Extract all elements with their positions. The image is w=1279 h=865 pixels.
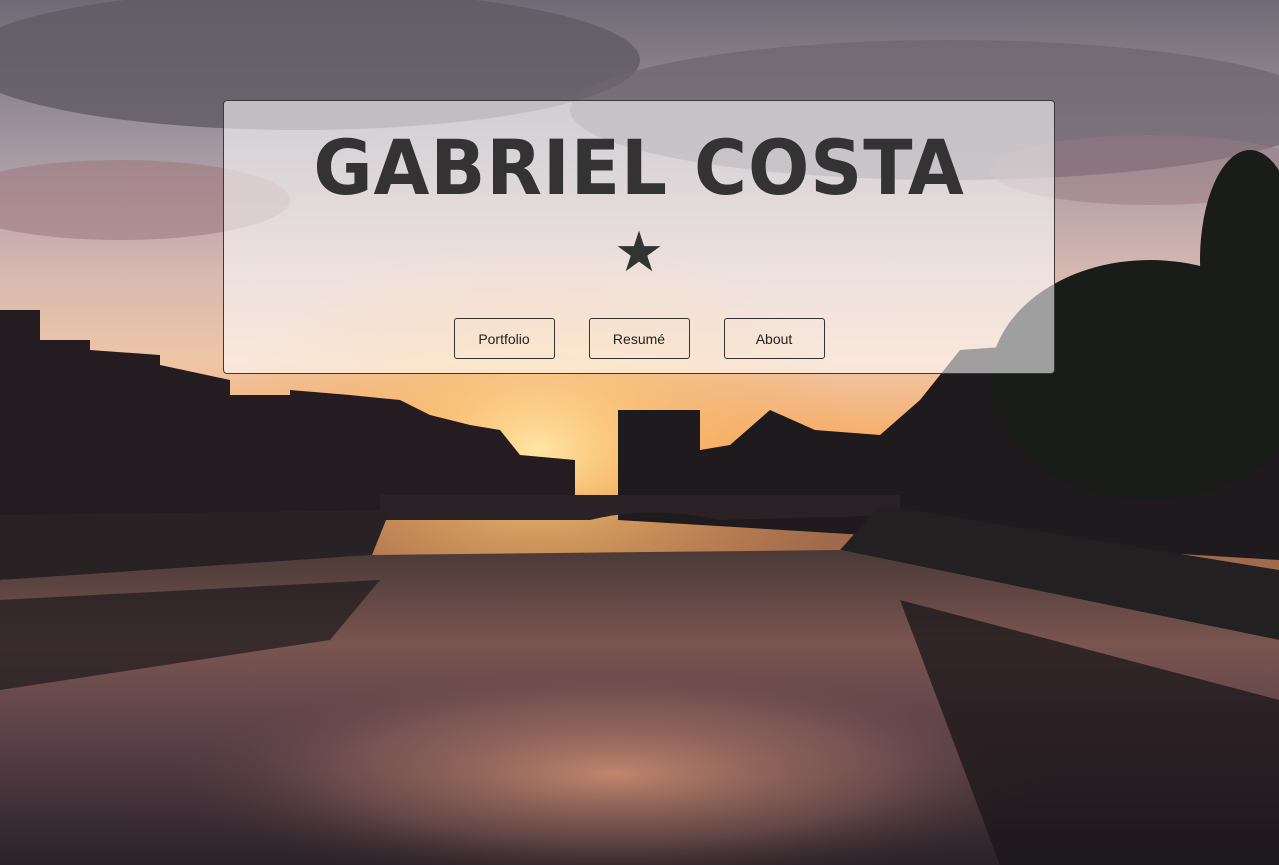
resume-button[interactable]: Resumé — [588, 318, 690, 359]
star-icon: ★ — [613, 220, 665, 285]
portfolio-button[interactable]: Portfolio — [453, 318, 555, 359]
hero-card: Gabriel Costa ★ Portfolio Resumé About — [223, 100, 1055, 374]
page-title: Gabriel Costa — [313, 123, 965, 212]
main-nav: Portfolio Resumé About — [224, 318, 1054, 359]
about-button[interactable]: About — [723, 318, 825, 359]
